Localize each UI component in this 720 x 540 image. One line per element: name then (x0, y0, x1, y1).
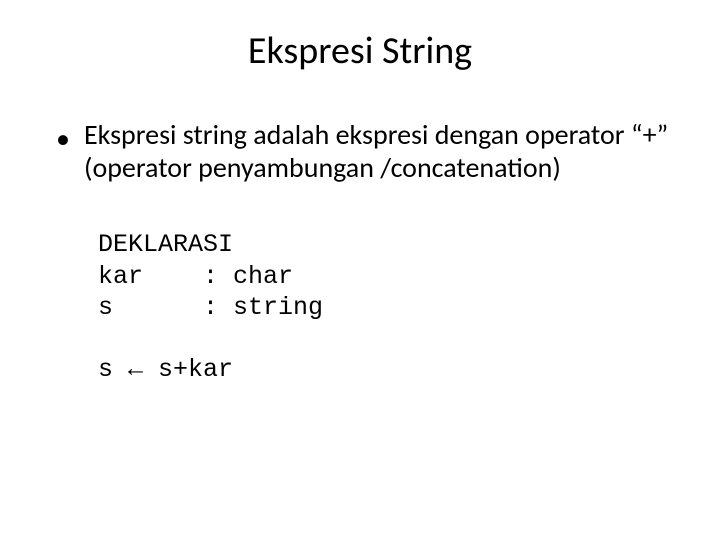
bullet-text: Ekspresi string adalah ekspresi dengan o… (84, 118, 672, 184)
bullet-marker: • (56, 122, 70, 156)
code-assignment: s ← s+kar (98, 355, 233, 384)
declaration-block: DEKLARASI kar : char s : string s ← s+ka… (98, 198, 672, 386)
declaration-header: DEKLARASI (98, 230, 233, 259)
declaration-line-2: s : string (98, 293, 323, 322)
bullet-item: • Ekspresi string adalah ekspresi dengan… (56, 118, 672, 184)
slide-title: Ekspresi String (48, 28, 672, 74)
declaration-line-1: kar : char (98, 262, 293, 291)
